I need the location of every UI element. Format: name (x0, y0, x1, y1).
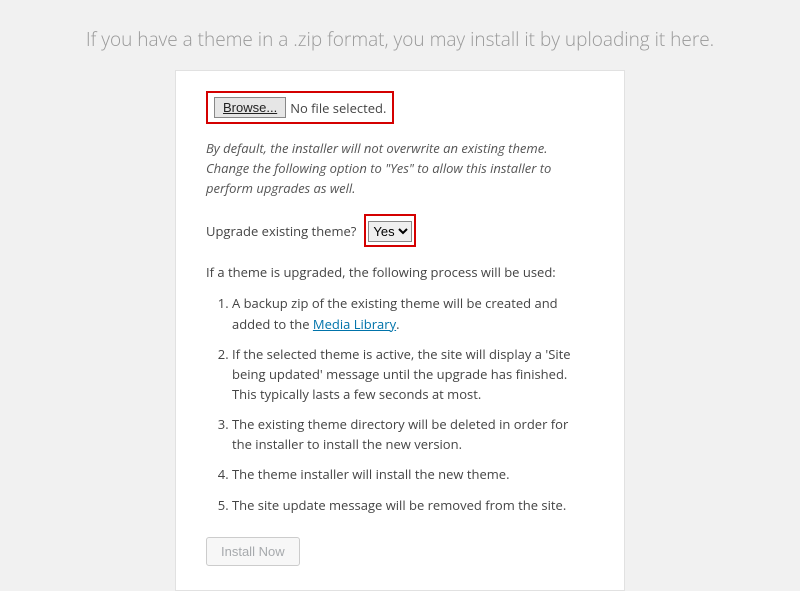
upgrade-row: Upgrade existing theme? Yes (206, 214, 594, 247)
step-1: A backup zip of the existing theme will … (232, 293, 594, 333)
step-5: The site update message will be removed … (232, 495, 594, 515)
upload-card: Browse... No file selected. By default, … (175, 70, 625, 591)
process-steps: A backup zip of the existing theme will … (232, 293, 594, 514)
overwrite-note: By default, the installer will not overw… (206, 138, 594, 198)
media-library-link[interactable]: Media Library (313, 315, 396, 333)
process-intro: If a theme is upgraded, the following pr… (206, 263, 594, 281)
step-2: If the selected theme is active, the sit… (232, 344, 594, 404)
file-chooser-highlight: Browse... No file selected. (206, 91, 394, 124)
upgrade-select-highlight: Yes (364, 214, 416, 247)
file-status-text: No file selected. (290, 99, 386, 117)
browse-button[interactable]: Browse... (214, 97, 286, 118)
upgrade-label: Upgrade existing theme? (206, 222, 356, 240)
step-1-post: . (396, 315, 399, 333)
step-4: The theme installer will install the new… (232, 464, 594, 484)
intro-text: If you have a theme in a .zip format, yo… (0, 0, 800, 70)
install-now-button[interactable]: Install Now (206, 537, 300, 566)
upgrade-select[interactable]: Yes (368, 221, 412, 242)
step-3: The existing theme directory will be del… (232, 414, 594, 454)
